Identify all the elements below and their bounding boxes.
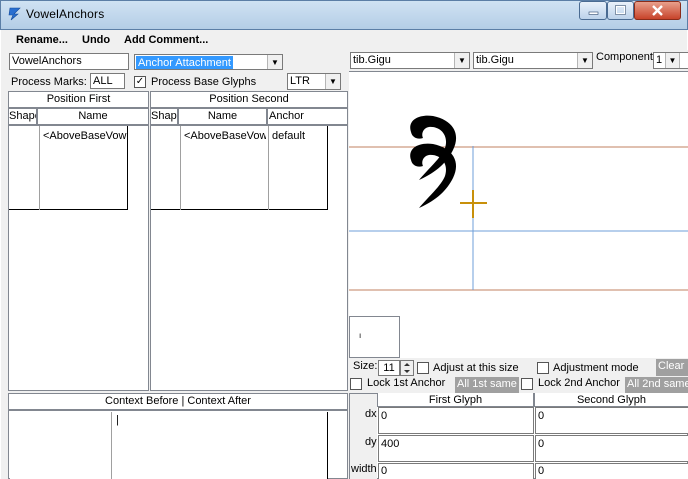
ps-row-anchor: default [272, 130, 306, 142]
row-label-width: width [351, 463, 377, 475]
adjustment-mode-label: Adjustment mode [553, 362, 639, 374]
window-title: VowelAnchors [26, 7, 105, 21]
close-icon [652, 5, 663, 16]
lookup-name-field[interactable]: VowelAnchors [9, 53, 129, 70]
column-divider [268, 126, 269, 210]
menu-add-comment[interactable]: Add Comment... [124, 34, 208, 46]
chevron-down-icon: ▼ [267, 55, 282, 69]
clear-button[interactable]: Clear [656, 359, 688, 376]
process-marks-label: Process Marks: [11, 76, 87, 88]
column-divider [180, 126, 181, 210]
chevron-down-icon: ▼ [665, 53, 680, 68]
app-icon [8, 7, 21, 21]
ps-col-shape[interactable]: Shape [150, 108, 178, 125]
width-second-field[interactable]: 0 [535, 463, 688, 479]
component-value: 1 [656, 54, 663, 66]
process-marks-field[interactable]: ALL [90, 73, 125, 89]
ps-row-name: <AboveBaseVow [184, 130, 266, 142]
pf-col-name[interactable]: Name [37, 108, 149, 125]
minimize-button[interactable] [579, 1, 607, 20]
anchor-crosshair [460, 190, 487, 218]
font2-select[interactable]: tib.Gigu ▼ [473, 52, 593, 69]
process-base-label: Process Base Glyphs [151, 76, 257, 88]
dy-second-field[interactable]: 0 [535, 435, 688, 462]
row-label-dx: dx [365, 408, 377, 420]
lock-2nd-checkbox[interactable] [521, 378, 533, 390]
all-1st-same-button[interactable]: All 1st same [455, 377, 519, 393]
glyph-thumbnail [349, 316, 400, 358]
lock-2nd-label: Lock 2nd Anchor [538, 377, 620, 389]
maximize-button[interactable] [607, 1, 634, 20]
minimize-icon [588, 11, 599, 15]
size-spinner[interactable] [400, 360, 414, 376]
column-divider [39, 126, 40, 210]
lock-1st-label: Lock 1st Anchor [367, 377, 446, 389]
maximize-icon [615, 5, 626, 15]
width-first-field[interactable]: 0 [378, 463, 534, 479]
dy-first-field[interactable]: 400 [378, 435, 534, 462]
dx-second-field[interactable]: 0 [535, 407, 688, 434]
close-button[interactable] [634, 1, 681, 20]
chevron-down-icon: ▼ [325, 74, 340, 89]
font1-select[interactable]: tib.Gigu ▼ [350, 52, 470, 69]
process-base-checkbox[interactable]: ✓ [134, 76, 146, 88]
font2-value: tib.Gigu [476, 54, 514, 66]
col-first-glyph: First Glyph [377, 393, 534, 407]
direction-select[interactable]: LTR ▼ [287, 73, 341, 90]
chevron-down-icon: ▼ [577, 53, 592, 68]
ps-col-name[interactable]: Name [178, 108, 267, 125]
dx-first-field[interactable]: 0 [378, 407, 534, 434]
adjustment-mode-checkbox[interactable] [537, 362, 549, 374]
all-2nd-same-button[interactable]: All 2nd same [625, 377, 688, 393]
position-first-header: Position First [8, 91, 149, 108]
spinner-arrows-icon [404, 363, 410, 373]
context-before-field[interactable] [10, 412, 112, 479]
chevron-down-icon: ▼ [454, 53, 469, 68]
context-header: Context Before | Context After [8, 393, 348, 410]
pf-col-shape[interactable]: Shape [8, 108, 37, 125]
pf-row-name: <AboveBaseVow [43, 130, 127, 142]
context-after-field[interactable] [112, 412, 328, 479]
font1-value: tib.Gigu [353, 54, 391, 66]
col-second-glyph: Second Glyph [534, 393, 688, 407]
lookup-type-select[interactable]: Anchor Attachment ▼ [134, 54, 283, 70]
direction-value: LTR [290, 75, 310, 87]
adjust-size-label: Adjust at this size [433, 362, 519, 374]
menu-rename[interactable]: Rename... [16, 34, 68, 46]
glyph-preview-canvas[interactable] [349, 71, 688, 358]
component-label: Component: [596, 51, 656, 63]
size-label: Size: [353, 360, 378, 372]
lock-1st-checkbox[interactable] [350, 378, 362, 390]
size-field[interactable]: 11 [378, 360, 400, 376]
adjust-size-checkbox[interactable] [417, 362, 429, 374]
component-select[interactable]: 1 ▼ [653, 52, 688, 69]
gigu-glyph [410, 115, 457, 208]
menu-undo[interactable]: Undo [82, 34, 110, 46]
context-after-value: | [116, 414, 119, 426]
row-label-dy: dy [365, 436, 377, 448]
position-second-header: Position Second [150, 91, 348, 108]
thumbnail-mark: ı [359, 331, 362, 340]
ps-col-anchor[interactable]: Anchor [267, 108, 348, 125]
lookup-type-value: Anchor Attachment [136, 56, 233, 69]
